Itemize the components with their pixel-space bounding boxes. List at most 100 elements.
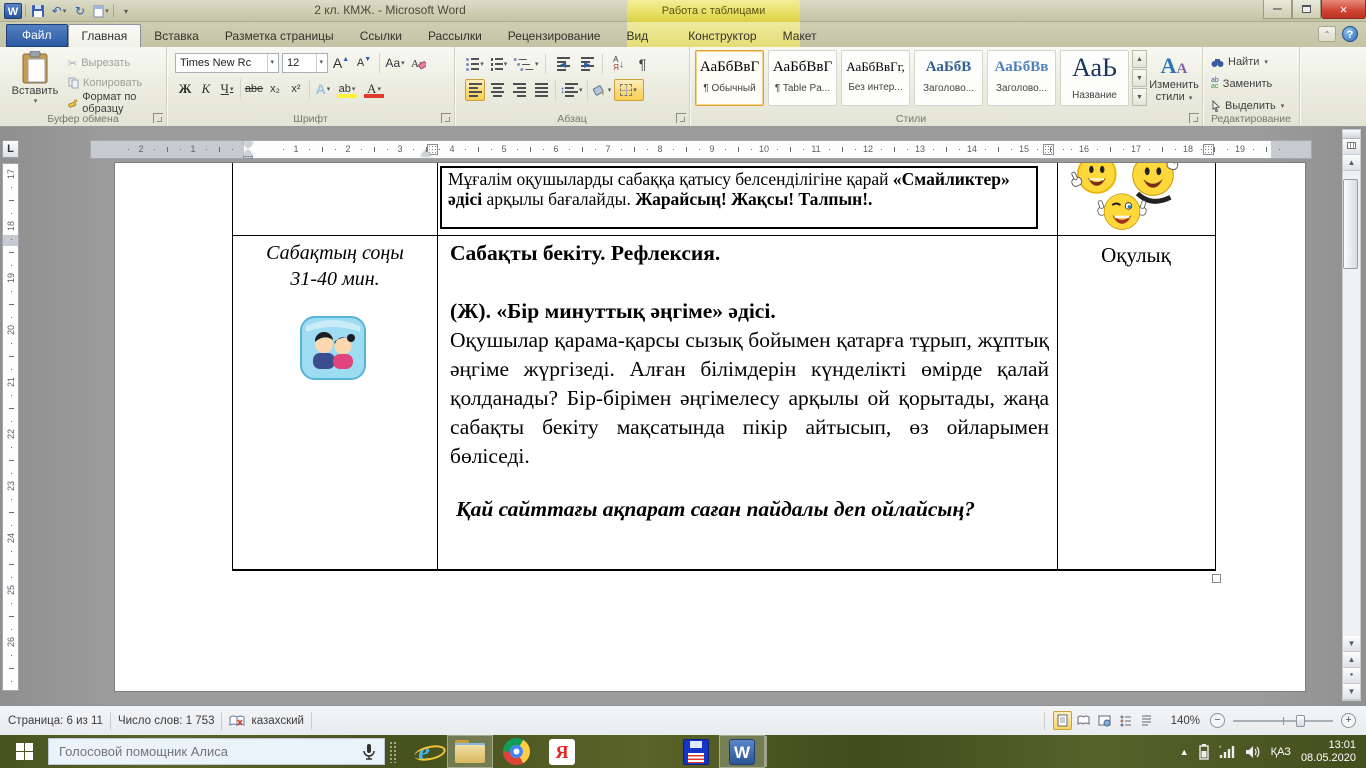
zoom-in-button[interactable]: + — [1341, 713, 1356, 728]
table-column-marker[interactable] — [1043, 144, 1054, 155]
clipboard-dialog-launcher[interactable] — [153, 113, 163, 123]
zoom-level[interactable]: 140% — [1171, 715, 1200, 727]
vertical-ruler[interactable]: 17181920212223242526 — [2, 163, 19, 691]
paste-button[interactable]: Вставить ▾ — [6, 51, 64, 105]
cut-button[interactable]: ✂ Вырезать — [68, 53, 166, 73]
horizontal-ruler[interactable]: 2112345678910111213141516171819 — [90, 140, 1312, 159]
table-column-marker[interactable] — [1203, 144, 1214, 155]
redo-button[interactable]: ↻ — [71, 2, 89, 20]
align-right-button[interactable] — [509, 79, 529, 101]
lesson-content-cell[interactable]: Сабақты бекіту. Рефлексия. (Ж). «Бір мин… — [450, 239, 1049, 524]
minimize-button[interactable]: – — [1263, 0, 1292, 19]
strikethrough-button[interactable]: abe — [244, 78, 264, 100]
tab-home[interactable]: Главная — [68, 24, 142, 47]
scrollbar-thumb[interactable] — [1343, 179, 1358, 269]
style-title[interactable]: АаЬ Название — [1060, 50, 1129, 106]
font-size-combo[interactable]: 12 ▾ — [282, 53, 328, 73]
tab-selector-button[interactable]: L — [2, 140, 19, 158]
tray-expand-button[interactable]: ▲ — [1180, 747, 1189, 757]
replace-button[interactable]: abac Заменить — [1211, 74, 1284, 94]
table-row-marker[interactable] — [3, 235, 18, 246]
underline-button[interactable]: Ч▾ — [217, 78, 237, 100]
bullets-button[interactable]: ▾ — [465, 53, 485, 75]
spellcheck-icon[interactable] — [229, 714, 245, 728]
tab-page-layout[interactable]: Разметка страницы — [212, 25, 347, 47]
volume-icon[interactable] — [1245, 745, 1261, 759]
highlight-button[interactable]: ab▾ — [334, 78, 360, 100]
language-indicator[interactable]: казахский — [251, 715, 303, 727]
select-browse-object-button[interactable]: ● — [1343, 668, 1360, 684]
grow-font-button[interactable]: А▲ — [331, 52, 351, 74]
copy-button[interactable]: Копировать — [68, 73, 166, 93]
file-explorer-button[interactable] — [447, 735, 493, 768]
table-resize-handle[interactable] — [1212, 574, 1221, 583]
draft-view-button[interactable] — [1137, 711, 1156, 730]
style-table-paragraph[interactable]: АаБбВвГ ¶ Table Pa... — [768, 50, 837, 106]
show-paragraph-marks-button[interactable]: ¶ — [633, 53, 653, 75]
shading-button[interactable]: ▾ — [592, 79, 612, 101]
shrink-font-button[interactable]: А▼ — [354, 52, 374, 74]
justify-button[interactable] — [531, 79, 551, 101]
styles-scroll-up-button[interactable]: ▲ — [1132, 50, 1147, 68]
clock[interactable]: 13:01 08.05.2020 — [1301, 739, 1356, 765]
text-effects-button[interactable]: А▾ — [313, 78, 333, 100]
ruler-toggle-button[interactable] — [1343, 139, 1360, 155]
style-heading1[interactable]: АаБбВ Заголово... — [914, 50, 983, 106]
bold-button[interactable]: Ж — [175, 78, 195, 100]
subscript-button[interactable]: х₂ — [265, 78, 285, 100]
format-painter-button[interactable]: Формат по образцу — [68, 93, 166, 113]
taskbar-search-box[interactable] — [48, 738, 385, 765]
battery-icon[interactable] — [1199, 744, 1209, 760]
language-switcher[interactable]: ҚАЗ — [1271, 746, 1291, 758]
stage-cell[interactable]: Сабақтың соңы 31-40 мин. — [237, 240, 433, 292]
change-styles-button[interactable]: АА Изменить стили ▾ — [1148, 53, 1200, 103]
tab-view[interactable]: Вид — [613, 25, 661, 47]
change-case-button[interactable]: Аа▾ — [385, 52, 405, 74]
left-indent-marker[interactable] — [243, 156, 253, 159]
clear-formatting-button[interactable]: Аа — [408, 52, 428, 74]
close-button[interactable]: × — [1321, 0, 1366, 19]
yandex-browser-button[interactable]: Я — [539, 735, 585, 768]
internet-explorer-button[interactable]: e — [401, 735, 447, 768]
search-input[interactable] — [49, 744, 362, 759]
tab-references[interactable]: Ссылки — [347, 25, 415, 47]
style-no-spacing[interactable]: АаБбВвГг, Без интер... — [841, 50, 910, 106]
pair-work-image[interactable] — [300, 316, 366, 380]
microphone-icon[interactable] — [362, 743, 376, 761]
borders-button[interactable]: ▾ — [614, 79, 644, 101]
outline-view-button[interactable] — [1116, 711, 1135, 730]
qat-customize-button[interactable]: ▾ — [117, 2, 135, 20]
font-color-button[interactable]: А▾ — [361, 78, 387, 100]
numbering-button[interactable]: ▾ — [489, 53, 509, 75]
zoom-slider-thumb[interactable] — [1296, 715, 1305, 727]
style-normal[interactable]: АаБбВвГ ¶ Обычный — [695, 50, 764, 106]
sort-button[interactable]: АЯ ↓ — [609, 53, 629, 75]
superscript-button[interactable]: х² — [286, 78, 306, 100]
tab-review[interactable]: Рецензирование — [495, 25, 614, 47]
restore-button[interactable] — [1292, 0, 1321, 19]
styles-scroll-down-button[interactable]: ▼ — [1132, 69, 1147, 87]
network-icon[interactable]: * — [1219, 745, 1235, 759]
collapse-ribbon-button[interactable]: ⌃ — [1318, 26, 1336, 42]
tab-file[interactable]: Файл — [6, 24, 68, 47]
decrease-indent-button[interactable]: ◀ — [552, 53, 572, 75]
page-indicator[interactable]: Страница: 6 из 11 — [8, 715, 103, 727]
save-button[interactable] — [29, 2, 47, 20]
word-taskbar-button[interactable]: W — [719, 735, 765, 768]
tab-insert[interactable]: Вставка — [141, 25, 212, 47]
zoom-slider[interactable] — [1233, 720, 1333, 722]
assessment-text-box[interactable]: Мұғалім оқушыларды сабаққа қатысу белсен… — [440, 166, 1038, 229]
paragraph-dialog-launcher[interactable] — [676, 113, 686, 123]
multilevel-list-button[interactable]: ▾ — [513, 53, 539, 75]
italic-button[interactable]: К — [196, 78, 216, 100]
find-button[interactable]: Найти▾ — [1211, 52, 1284, 72]
help-button[interactable]: ? — [1342, 26, 1358, 42]
resources-cell[interactable]: Оқулық — [1060, 243, 1212, 268]
split-handle[interactable] — [1343, 130, 1360, 139]
increase-indent-button[interactable]: ▶ — [576, 53, 596, 75]
undo-button[interactable]: ↶▾ — [50, 2, 68, 20]
next-page-button[interactable]: ▼ — [1343, 684, 1360, 700]
scroll-up-button[interactable]: ▲ — [1343, 155, 1360, 171]
print-layout-view-button[interactable] — [1053, 711, 1072, 730]
font-name-combo[interactable]: Times New Rc ▾ — [175, 53, 279, 73]
